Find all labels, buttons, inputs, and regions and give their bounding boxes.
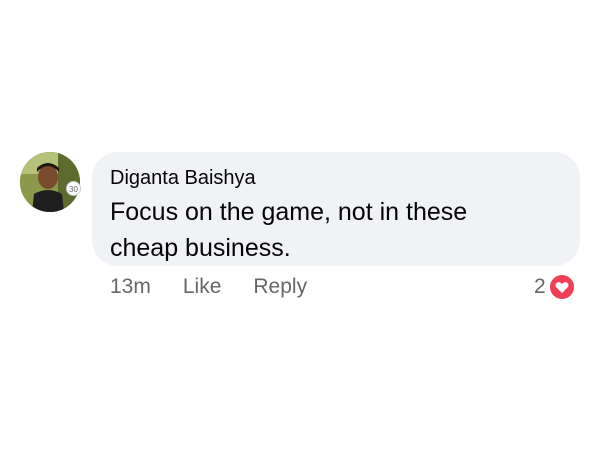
- reaction-count: 2: [534, 275, 546, 298]
- reply-button[interactable]: Reply: [253, 275, 307, 299]
- heart-icon: [547, 273, 576, 301]
- comment-actions: 13m Like Reply: [110, 273, 339, 301]
- reaction-summary[interactable]: 2: [534, 273, 576, 301]
- comment-timestamp[interactable]: 13m: [110, 275, 151, 299]
- comment-bubble: Diganta Baishya Focus on the game, not i…: [92, 152, 580, 266]
- comment: 30 Diganta Baishya Focus on the game, no…: [0, 0, 600, 450]
- comment-author[interactable]: Diganta Baishya: [110, 166, 562, 190]
- comment-text: Focus on the game, not in these cheap bu…: [110, 198, 468, 262]
- heart-glyph: [555, 281, 569, 293]
- like-button[interactable]: Like: [183, 275, 222, 299]
- avatar-badge: 30: [66, 181, 81, 196]
